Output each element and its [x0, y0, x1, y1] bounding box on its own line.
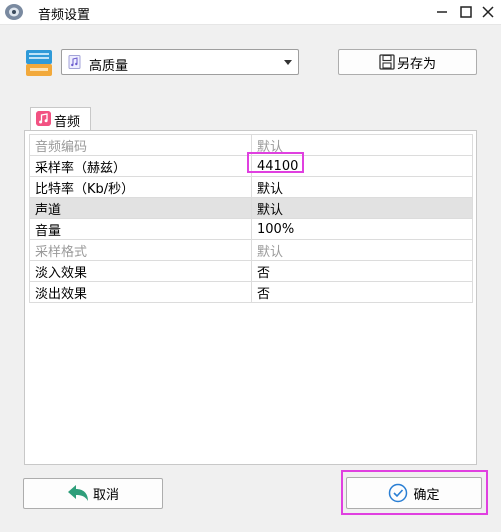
property-row-fade-in[interactable]: 淡入效果 否 [29, 260, 473, 282]
property-row-fade-out[interactable]: 淡出效果 否 [29, 281, 473, 303]
audio-properties-panel: 音频编码 默认 采样率（赫兹） 44100 比特率（Kb/秒） 默认 声道 默认… [24, 130, 477, 465]
property-value[interactable]: 默认 [251, 197, 473, 219]
property-name: 采样率（赫兹） [29, 155, 252, 177]
property-name: 淡出效果 [29, 281, 252, 303]
minimize-button[interactable] [432, 2, 452, 22]
close-button[interactable] [478, 2, 498, 22]
title-bar: 音频设置 [0, 0, 501, 25]
preset-icon [26, 50, 52, 76]
ok-button[interactable]: 确定 [346, 477, 482, 509]
property-name: 声道 [29, 197, 252, 219]
audio-file-icon [68, 55, 81, 69]
property-row-sample-format[interactable]: 采样格式 默认 [29, 239, 473, 261]
property-name: 采样格式 [29, 239, 252, 261]
property-row-sample-rate[interactable]: 采样率（赫兹） 44100 [29, 155, 473, 177]
undo-arrow-icon [67, 484, 88, 501]
property-value[interactable]: 默认 [251, 239, 473, 261]
check-circle-icon [389, 483, 408, 503]
tab-audio-label: 音频 [54, 115, 81, 130]
maximize-button[interactable] [456, 2, 476, 22]
property-grid: 音频编码 默认 采样率（赫兹） 44100 比特率（Kb/秒） 默认 声道 默认… [29, 134, 473, 303]
property-name: 比特率（Kb/秒） [29, 176, 252, 198]
property-value[interactable]: 100% [251, 218, 473, 240]
property-value[interactable]: 默认 [251, 176, 473, 198]
app-logo-icon [5, 4, 23, 20]
cancel-label: 取消 [92, 488, 119, 503]
property-value[interactable]: 否 [251, 281, 473, 303]
property-name: 音频编码 [29, 134, 252, 156]
close-icon [482, 6, 494, 18]
property-row-channels[interactable]: 声道 默认 [29, 197, 473, 219]
property-row-audio-codec[interactable]: 音频编码 默认 [29, 134, 473, 156]
cancel-button[interactable]: 取消 [23, 478, 163, 509]
property-value[interactable]: 否 [251, 260, 473, 282]
preset-select-value: 高质量 [89, 59, 129, 74]
maximize-icon [460, 6, 472, 18]
property-name: 淡入效果 [29, 260, 252, 282]
save-icon [379, 54, 395, 70]
property-row-volume[interactable]: 音量 100% [29, 218, 473, 240]
ok-label: 确定 [413, 487, 440, 503]
preset-select[interactable]: 高质量 [61, 49, 299, 75]
property-value[interactable]: 默认 [251, 134, 473, 156]
minimize-icon [437, 11, 447, 13]
tab-audio[interactable]: 音频 [30, 107, 91, 130]
property-name: 音量 [29, 218, 252, 240]
save-as-label: 另存为 [396, 56, 436, 72]
chevron-down-icon [284, 60, 292, 65]
save-as-button[interactable]: 另存为 [338, 49, 477, 75]
music-note-icon [36, 111, 51, 126]
property-value[interactable]: 44100 [251, 155, 473, 177]
property-row-bitrate[interactable]: 比特率（Kb/秒） 默认 [29, 176, 473, 198]
window-title: 音频设置 [38, 8, 91, 23]
